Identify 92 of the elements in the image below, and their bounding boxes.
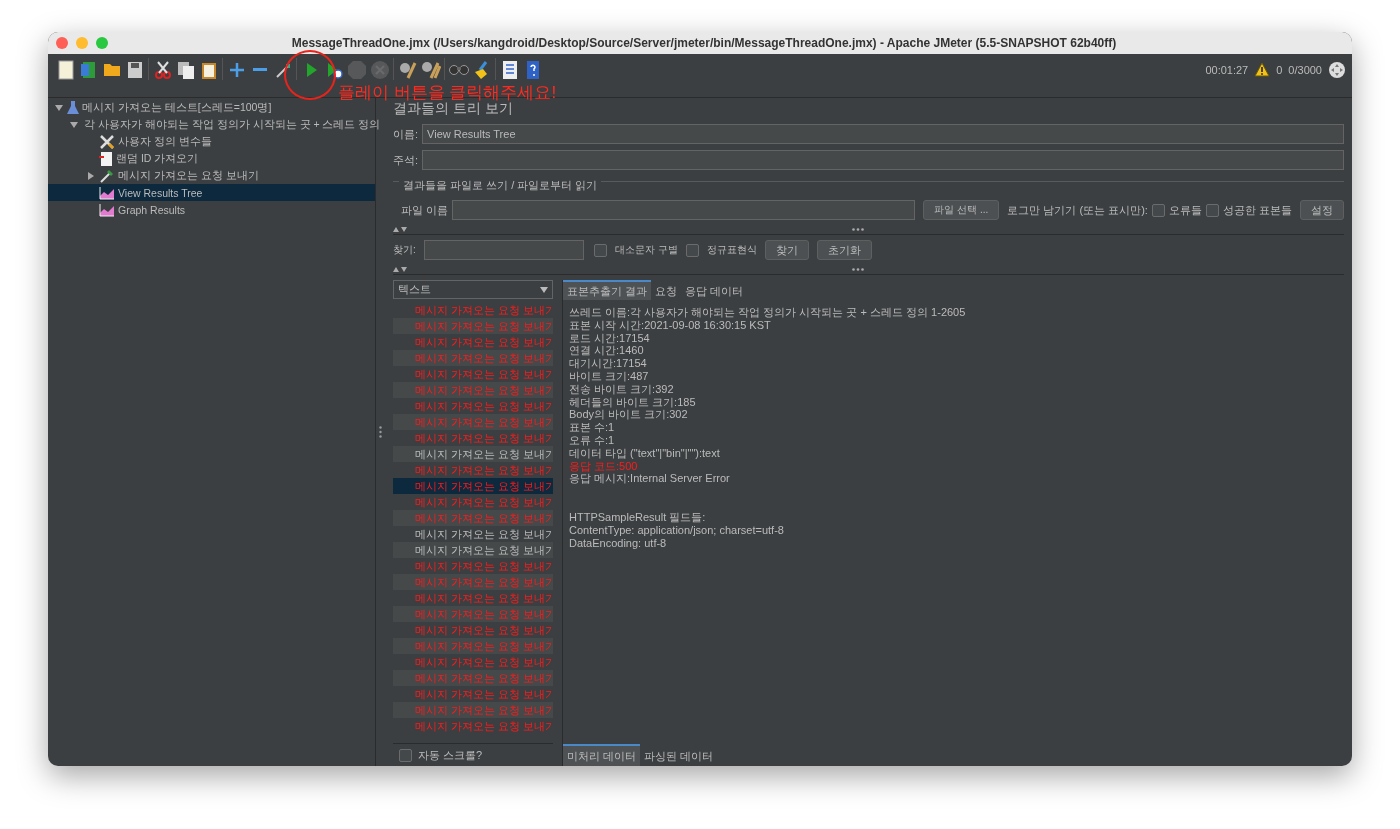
group-title: 결과들을 파일로 쓰기 / 파일로부터 읽기 bbox=[399, 179, 602, 191]
log-only-label: 로그만 남기기 (또는 표시만): bbox=[1007, 202, 1148, 218]
panel-title: 결과들의 트리 보기 bbox=[392, 100, 513, 118]
successes-label: 성공한 표본들 bbox=[1222, 202, 1292, 218]
case-sensitive-checkbox[interactable] bbox=[593, 243, 607, 257]
dropdown-caret-icon bbox=[540, 286, 548, 293]
tree-item[interactable]: 메시지 가져오는 요청 보내기 bbox=[48, 167, 375, 184]
tree-item[interactable]: 사용자 정의 변수들 bbox=[48, 133, 375, 150]
name-field[interactable]: View Results Tree bbox=[422, 124, 1344, 144]
autoscroll-checkbox[interactable] bbox=[399, 748, 412, 762]
splitter-handle-icon[interactable] bbox=[379, 426, 382, 438]
tree-item-label: 사용자 정의 변수들 bbox=[118, 134, 212, 149]
tree-item-label: 메시지 가져오는 요청 보내기 bbox=[118, 168, 259, 183]
shutdown-icon bbox=[369, 59, 390, 80]
detail-line: 응답 코드:500 bbox=[569, 459, 639, 473]
collapse-icon bbox=[252, 68, 267, 71]
regex-checkbox[interactable] bbox=[685, 243, 699, 257]
tree-item-label: 메시지 가져오는 테스트[스레드=100명] bbox=[82, 100, 272, 115]
detail-line: ContentType: application/json; charset=utf-8 bbox=[569, 523, 785, 537]
search-icon bbox=[448, 64, 469, 75]
detail-line: 연결 시간:1460 bbox=[569, 344, 645, 358]
errors-label: 오류들 bbox=[1168, 202, 1202, 218]
tree-item-label: 각 사용자가 해야되는 작업 정의가 시작되는 곳 + 스레드 정의 bbox=[84, 117, 381, 132]
status-indicator-icon bbox=[1328, 60, 1346, 79]
find-button[interactable]: 찾기 bbox=[764, 240, 809, 260]
split-handle-icon[interactable] bbox=[852, 268, 864, 271]
configure-button[interactable]: 설정 bbox=[1300, 200, 1344, 220]
reset-button[interactable]: 초기화 bbox=[816, 240, 872, 260]
split-handle-icon[interactable] bbox=[852, 228, 864, 231]
autoscroll-label: 자동 스크롤? bbox=[418, 747, 483, 763]
pipette-icon bbox=[99, 167, 115, 184]
thread-count: 0/3000 bbox=[1288, 63, 1322, 76]
detail-line: 표본 수:1 bbox=[569, 421, 616, 434]
errors-checkbox[interactable] bbox=[1151, 203, 1165, 217]
successes-checkbox[interactable] bbox=[1205, 203, 1219, 217]
new-file-icon bbox=[56, 59, 75, 80]
detail-line: HTTPSampleResult 필드들: bbox=[569, 511, 707, 524]
tree-item[interactable]: Graph Results bbox=[48, 201, 375, 218]
detail-line: 오류 수:1 bbox=[569, 433, 616, 447]
chart-icon bbox=[99, 185, 115, 200]
detail-tab[interactable]: 표본추출기 결과 bbox=[563, 280, 652, 300]
detail-line: 로드 시간:17154 bbox=[569, 331, 651, 345]
elapsed-time: 00:01:27 bbox=[1205, 63, 1249, 76]
regex-label: 정규표현식 bbox=[706, 243, 757, 257]
file-name-field[interactable] bbox=[452, 200, 916, 220]
expand-caret-icon[interactable] bbox=[87, 171, 95, 180]
cut-icon bbox=[153, 59, 172, 80]
window-title: MessageThreadOne.jmx (/Users/kangdroid/Desktop/Source/Server/jmeter/bin/MessageThreadOne.jmx) - Apache JMeter (5.5-SNAPSHOT 62b40ff) bbox=[290, 36, 1118, 50]
detail-line: 헤더들의 바이트 크기:185 bbox=[569, 395, 697, 409]
detail-line: 응답 메시지:Internal Server Error bbox=[569, 472, 731, 486]
detail-tab[interactable]: 요청 bbox=[651, 280, 682, 300]
collapse-arrows-icon[interactable] bbox=[393, 267, 407, 272]
close-window-button[interactable] bbox=[56, 37, 68, 49]
tree-item-label: 랜덤 ID 가져오기 bbox=[116, 151, 199, 166]
renderer-dropdown[interactable]: 텍스트 bbox=[393, 280, 553, 299]
warning-count: 0 bbox=[1276, 63, 1283, 76]
stop-icon bbox=[346, 59, 367, 80]
highlight-circle bbox=[284, 50, 336, 100]
detail-line: Body의 바이트 크기:302 bbox=[569, 408, 689, 422]
detail-line: 데이터 타입 ("text"|"bin"|""):text bbox=[569, 446, 721, 460]
name-label: 이름: bbox=[393, 126, 419, 142]
open-folder-icon bbox=[102, 62, 121, 77]
detail-line: 바이트 크기:487 bbox=[569, 370, 650, 383]
annotation-text: 플레이 버튼을 클릭해주세요! bbox=[338, 84, 557, 101]
tree-item[interactable]: 랜덤 ID 가져오기 bbox=[48, 150, 375, 167]
help-icon bbox=[524, 59, 541, 80]
file-name-label: 파일 이름 bbox=[401, 202, 449, 218]
document-icon bbox=[99, 150, 113, 167]
detail-line: 표본 시작 시간:2021-09-08 16:30:15 KST bbox=[569, 318, 772, 332]
search-field[interactable] bbox=[423, 240, 584, 260]
detail-line: 전송 바이트 크기:392 bbox=[569, 382, 675, 396]
detail-line: 쓰레드 이름:각 사용자가 해야되는 작업 정의가 시작되는 곳 + 스레드 정의 1-2605 bbox=[569, 306, 967, 319]
save-icon bbox=[125, 59, 144, 80]
tree-item-label: View Results Tree bbox=[118, 186, 203, 199]
case-sensitive-label: 대소문자 구별 bbox=[614, 243, 678, 257]
comment-field[interactable] bbox=[422, 150, 1344, 170]
search-label: 찾기: bbox=[393, 243, 416, 257]
detail-line: DataEncoding: utf-8 bbox=[569, 536, 668, 550]
chart-icon bbox=[99, 202, 115, 217]
comment-label: 주석: bbox=[393, 152, 419, 168]
data-tab[interactable]: 미처리 데이터 bbox=[563, 744, 641, 766]
warning-icon[interactable] bbox=[1254, 62, 1271, 77]
tools-icon bbox=[99, 133, 115, 150]
tree-item-label: Graph Results bbox=[118, 203, 186, 216]
detail-line: 대기시간:17154 bbox=[569, 357, 648, 370]
detail-tab[interactable]: 응답 데이터 bbox=[681, 280, 748, 300]
collapse-arrows-icon[interactable] bbox=[393, 227, 407, 232]
data-tab[interactable]: 파싱된 데이터 bbox=[640, 744, 718, 766]
tree-item[interactable]: View Results Tree bbox=[48, 184, 375, 201]
copy-icon bbox=[176, 59, 195, 80]
browse-button[interactable]: 파일 선택 ... bbox=[923, 200, 1000, 220]
flask-icon bbox=[67, 100, 79, 115]
